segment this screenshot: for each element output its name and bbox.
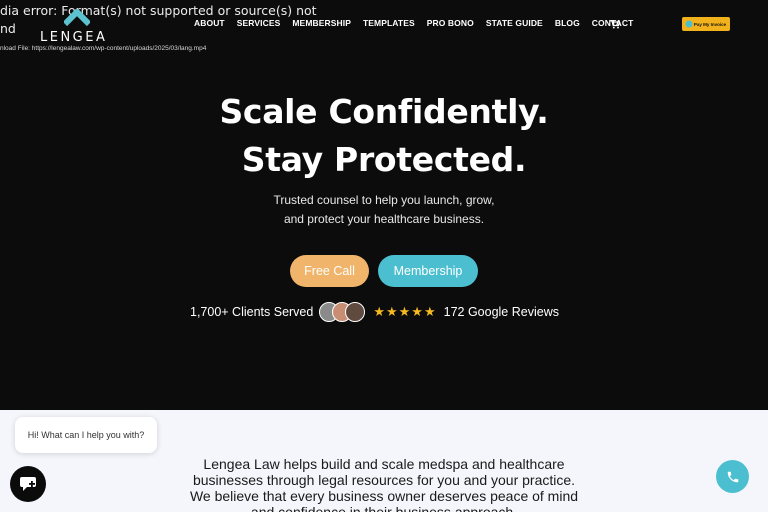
hero-subtext-line-2: and protect your healthcare business. [283,212,485,226]
nav-item-about[interactable]: ABOUT [194,18,225,28]
logo[interactable]: LENGEA [40,9,114,45]
about-line-4: and confidence in their business approac… [250,504,518,512]
avatar [345,302,366,322]
social-proof: 1,700+ Clients Served ★★★★★ 172 Google R… [190,302,559,322]
nav-item-state-guide[interactable]: STATE GUIDE [486,18,543,28]
pay-invoice-button[interactable]: Pay My Invoice [682,17,730,31]
logo-text: LENGEA [40,30,108,45]
about-line-3: We believe that every business owner des… [189,488,579,504]
clients-served: 1,700+ Clients Served [190,305,314,319]
nav-item-templates[interactable]: TEMPLATES [363,18,415,28]
nav-item-membership[interactable]: MEMBERSHIP [292,18,351,28]
nav-item-blog[interactable]: BLOG [555,18,580,28]
hero-subtext: Trusted counsel to help you launch, grow… [0,191,768,229]
download-file-link[interactable]: nload File: https://lengealaw.com/wp-con… [0,45,206,52]
free-call-button[interactable]: Free Call [290,255,369,287]
chat-launcher-button[interactable] [10,466,46,502]
nav-item-pro-bono[interactable]: PRO BONO [427,18,474,28]
chevron-up-logo-icon [64,9,90,27]
about-line-2: businesses through legal resources for y… [192,472,576,488]
nav-item-services[interactable]: SERVICES [237,18,281,28]
phone-call-button[interactable] [716,460,749,493]
main-nav: ABOUT SERVICES MEMBERSHIP TEMPLATES PRO … [194,18,633,28]
hero-headline-2: Stay Protected. [241,140,527,179]
google-reviews[interactable]: 172 Google Reviews [444,305,559,319]
invoice-icon [685,20,693,28]
hero-subtext-line-1: Trusted counsel to help you launch, grow… [273,193,495,207]
phone-icon [727,471,738,482]
about-text: Lengea Law helps build and scale medspa … [0,456,768,512]
about-line-1: Lengea Law helps build and scale medspa … [203,456,565,472]
chat-greeting-bubble[interactable]: Hi! What can I help you with? [15,417,157,453]
cart-icon[interactable] [610,20,620,29]
star-rating-icon: ★★★★★ [373,304,437,319]
hero-section: dia error: Format(s) not supported or so… [0,0,768,410]
chat-icon [20,477,36,491]
membership-button[interactable]: Membership [378,255,478,287]
hero-headline-1: Scale Confidently. [219,92,549,131]
pay-invoice-label: Pay My Invoice [693,21,727,27]
client-avatars [319,302,367,322]
